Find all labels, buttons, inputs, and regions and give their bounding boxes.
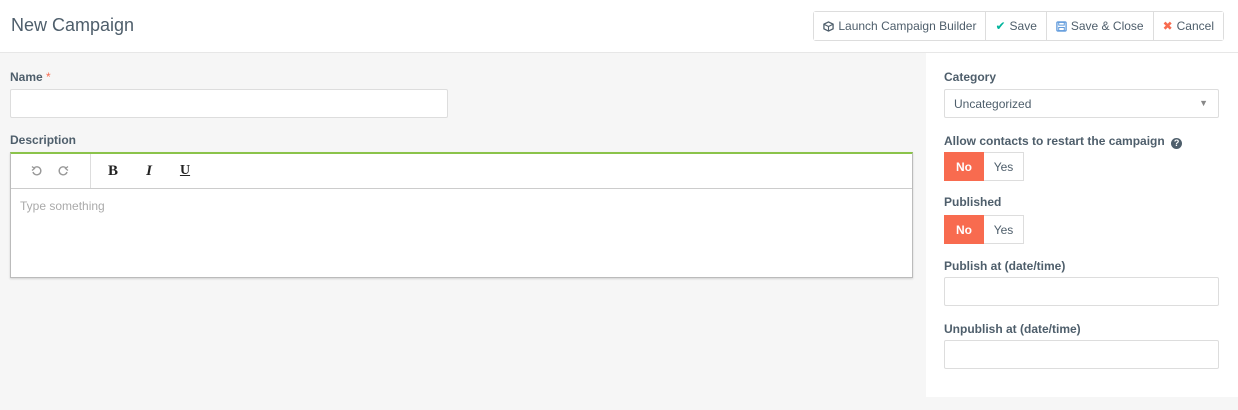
sidebar-bottom-gap: [926, 397, 1238, 410]
required-marker: *: [46, 70, 51, 84]
italic-button[interactable]: I: [136, 158, 162, 184]
save-button[interactable]: ✔ Save: [986, 12, 1047, 40]
launch-campaign-builder-label: Launch Campaign Builder: [838, 19, 977, 33]
main-form: Name * Description B I U Type something: [0, 53, 926, 410]
published-yes-option[interactable]: Yes: [984, 215, 1024, 244]
save-and-close-button[interactable]: Save & Close: [1046, 12, 1154, 40]
launch-campaign-builder-button[interactable]: Launch Campaign Builder: [814, 12, 987, 40]
cancel-button[interactable]: ✖ Cancel: [1153, 12, 1223, 40]
restart-yes-option[interactable]: Yes: [984, 152, 1024, 181]
settings-sidebar: Category Uncategorized ▼ Allow contacts …: [926, 53, 1238, 397]
floppy-disk-icon: [1056, 20, 1067, 32]
unpublish-at-label: Unpublish at (date/time): [944, 322, 1081, 336]
published-label: Published: [944, 195, 1002, 209]
restart-toggle: No Yes: [944, 152, 1024, 181]
cancel-label: Cancel: [1176, 19, 1214, 33]
category-select[interactable]: Uncategorized ▼: [944, 89, 1219, 118]
editor-placeholder: Type something: [20, 199, 105, 213]
save-label: Save: [1009, 19, 1037, 33]
publish-at-label: Publish at (date/time): [944, 259, 1066, 273]
restart-label: Allow contacts to restart the campaign ?: [944, 134, 1183, 149]
question-icon[interactable]: ?: [1171, 137, 1183, 149]
header-button-group: Launch Campaign Builder ✔ Save Save & Cl…: [813, 11, 1224, 41]
page-title: New Campaign: [11, 15, 135, 35]
page-header: New Campaign Launch Campaign Builder ✔ S…: [0, 0, 1238, 53]
underline-button[interactable]: U: [172, 158, 198, 184]
format-group: B I U: [91, 154, 208, 188]
category-selected-value: Uncategorized: [954, 97, 1032, 111]
undo-icon[interactable]: [24, 158, 50, 184]
published-toggle: No Yes: [944, 215, 1024, 244]
description-label: Description: [10, 133, 77, 147]
close-icon: ✖: [1162, 19, 1173, 33]
bold-button[interactable]: B: [100, 158, 126, 184]
check-icon: ✔: [995, 19, 1006, 33]
editor-toolbar: B I U: [11, 154, 912, 189]
caret-down-icon: ▼: [1199, 98, 1208, 108]
publish-at-input[interactable]: [944, 277, 1219, 306]
name-label: Name *: [10, 70, 51, 84]
name-label-text: Name: [10, 70, 43, 84]
restart-no-option[interactable]: No: [944, 152, 984, 181]
published-no-option[interactable]: No: [944, 215, 984, 244]
cube-icon: [823, 20, 835, 32]
unpublish-at-input[interactable]: [944, 340, 1219, 369]
save-and-close-label: Save & Close: [1070, 19, 1144, 33]
name-input[interactable]: [10, 89, 448, 118]
restart-label-text: Allow contacts to restart the campaign: [944, 134, 1165, 148]
redo-icon[interactable]: [50, 158, 76, 184]
history-group: [11, 154, 91, 188]
category-label: Category: [944, 70, 997, 84]
description-editor[interactable]: B I U Type something: [10, 152, 913, 278]
editor-content-area[interactable]: Type something: [11, 189, 912, 223]
